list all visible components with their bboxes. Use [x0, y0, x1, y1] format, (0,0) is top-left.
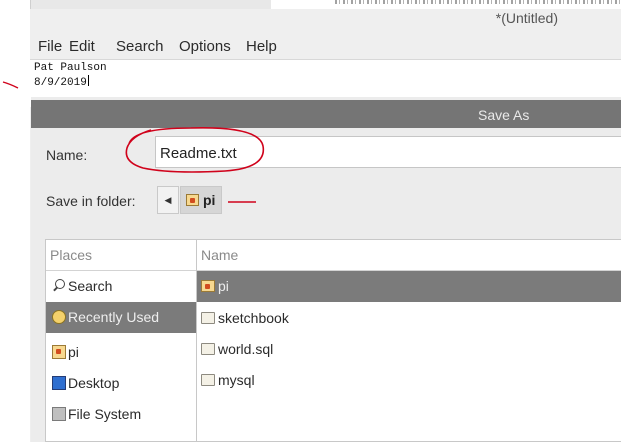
folder-icon: [201, 312, 215, 324]
recent-icon: [52, 310, 66, 324]
file-label: sketchbook: [218, 310, 289, 326]
places-header[interactable]: Places: [46, 240, 196, 271]
menu-help[interactable]: Help: [246, 38, 277, 55]
search-icon: [52, 279, 66, 293]
home-folder-icon: [201, 280, 215, 292]
places-header-label: Places: [50, 247, 93, 263]
background-text-fragment: [335, 0, 621, 4]
place-label: File System: [68, 406, 142, 422]
drive-icon: [52, 407, 66, 421]
dialog-title: Save As: [478, 107, 530, 123]
places-pane: Places Search Recently Used pi Desktop F…: [45, 239, 197, 442]
menu-options[interactable]: Options: [179, 38, 231, 55]
desktop-icon: [52, 376, 66, 390]
path-crumb-label: pi: [203, 192, 216, 208]
red-annotation-dash: [228, 201, 256, 203]
file-row-mysql[interactable]: mysql: [197, 365, 621, 396]
place-pi[interactable]: pi: [46, 337, 196, 368]
place-recently-used[interactable]: Recently Used: [46, 302, 196, 333]
background-window-titlebar: [30, 0, 271, 9]
name-column-header[interactable]: Name: [197, 240, 621, 271]
editor-title: *(Untitled): [495, 10, 558, 26]
place-label: Recently Used: [68, 309, 160, 325]
path-back-button[interactable]: ◀: [157, 186, 179, 214]
menu-bar: File Edit Search Options Help: [30, 35, 621, 59]
path-crumb-pi[interactable]: pi: [180, 186, 222, 214]
file-row-pi[interactable]: pi: [197, 271, 621, 302]
text-line: Pat Paulson: [34, 62, 107, 74]
save-as-dialog: Save As Name: Readme.txt Save in folder:…: [31, 97, 621, 442]
name-column-label: Name: [201, 247, 239, 263]
menu-search[interactable]: Search: [116, 38, 164, 55]
folder-icon: [201, 374, 215, 386]
editor-titlebar: *(Untitled): [30, 9, 621, 35]
place-label: Desktop: [68, 375, 120, 391]
home-folder-icon: [52, 345, 66, 359]
name-label: Name:: [46, 147, 88, 163]
file-row-world-sql[interactable]: world.sql: [197, 334, 621, 365]
file-list-pane: Name pi sketchbook world.sql mysql: [197, 239, 621, 442]
text-caret: [87, 75, 89, 86]
file-row-sketchbook[interactable]: sketchbook: [197, 303, 621, 334]
place-label: Search: [68, 278, 113, 294]
background-left: [0, 0, 30, 9]
text-line: 8/9/2019: [34, 75, 89, 89]
file-label: mysql: [218, 372, 255, 388]
file-label: pi: [218, 278, 229, 294]
home-folder-icon: [186, 194, 199, 206]
place-file-system[interactable]: File System: [46, 399, 196, 430]
filename-input[interactable]: Readme.txt: [155, 136, 621, 168]
place-label: pi: [68, 344, 79, 360]
red-annotation-mark-margin: [2, 81, 19, 89]
dialog-titlebar: Save As: [31, 100, 621, 128]
menu-file[interactable]: File: [38, 38, 62, 55]
folder-icon: [201, 343, 215, 355]
menu-edit[interactable]: Edit: [69, 38, 95, 55]
chevron-left-icon: ◀: [164, 195, 172, 205]
save-in-folder-label: Save in folder:: [46, 193, 136, 209]
place-desktop[interactable]: Desktop: [46, 368, 196, 399]
background-window-edge: [0, 0, 621, 9]
file-label: world.sql: [218, 341, 274, 357]
place-search[interactable]: Search: [46, 271, 196, 302]
